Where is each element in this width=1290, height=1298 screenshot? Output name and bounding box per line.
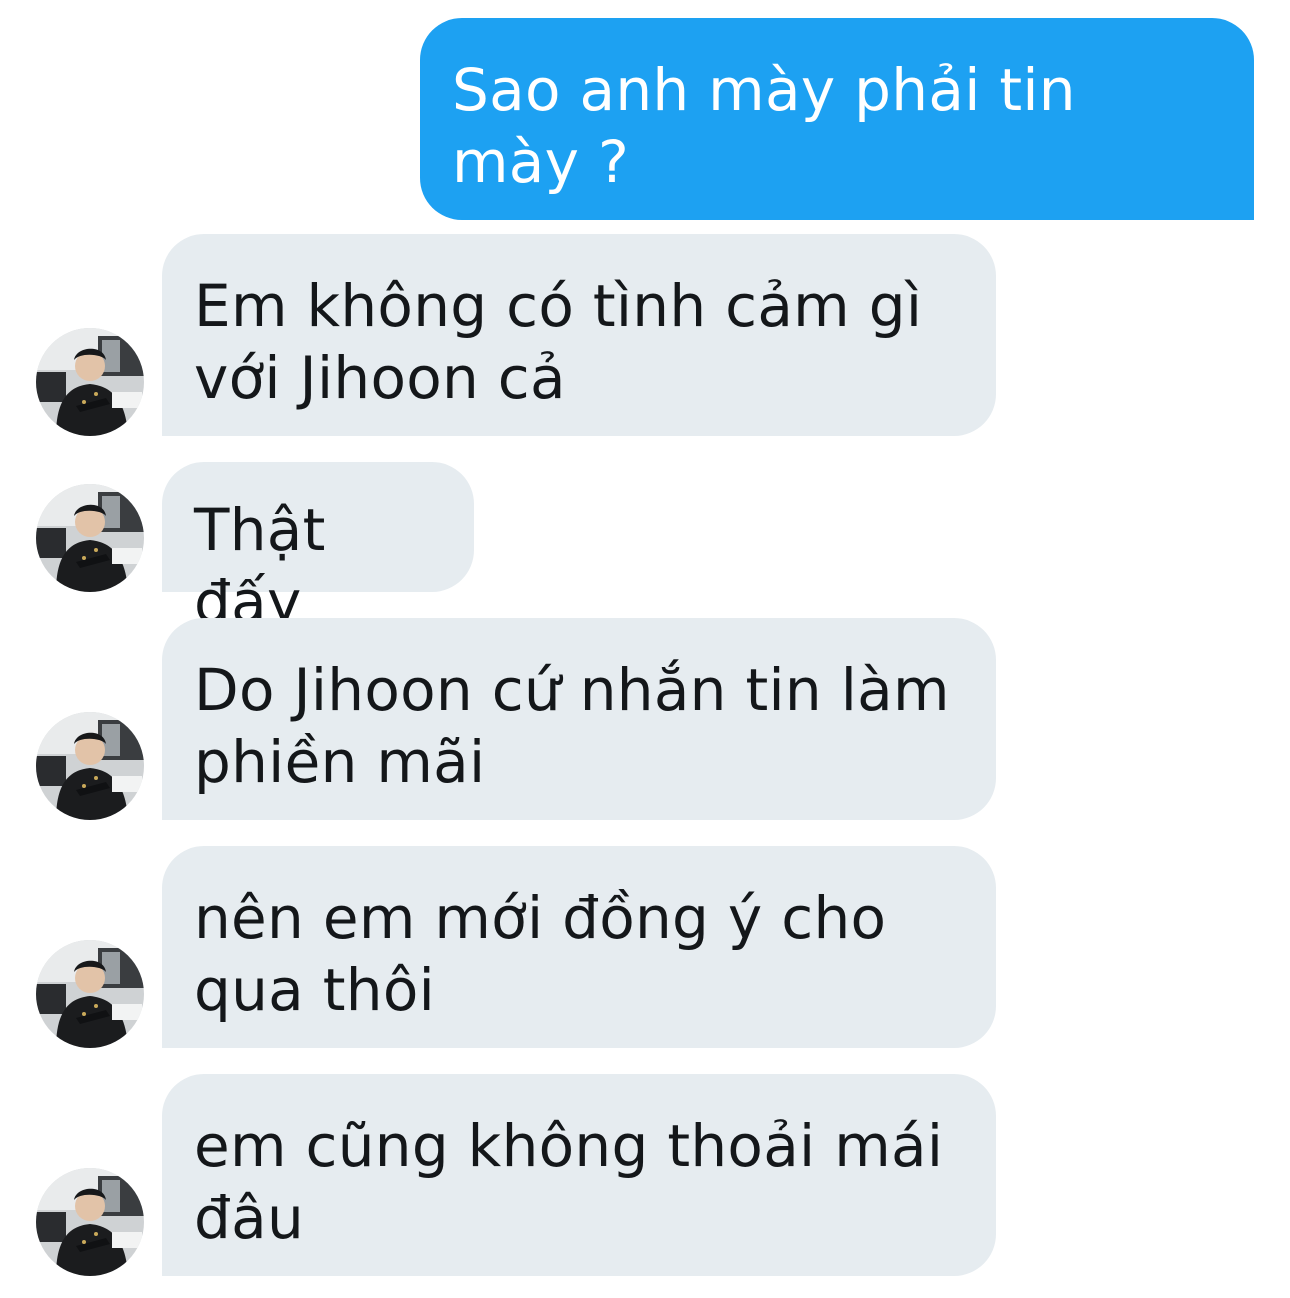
user-avatar-photo-icon bbox=[36, 328, 144, 436]
user-avatar-photo-icon bbox=[36, 1168, 144, 1276]
sender-avatar[interactable] bbox=[36, 940, 144, 1048]
received-message-bubble[interactable]: nên em mới đồng ý cho qua thôi bbox=[162, 846, 996, 1048]
user-avatar-photo-icon bbox=[36, 940, 144, 1048]
received-message-bubble[interactable]: em cũng không thoải mái đâu bbox=[162, 1074, 996, 1276]
sender-avatar[interactable] bbox=[36, 1168, 144, 1276]
received-message-bubble[interactable]: Em không có tình cảm gì với Jihoon cả bbox=[162, 234, 996, 436]
sender-avatar[interactable] bbox=[36, 712, 144, 820]
received-message-bubble[interactable]: Do Jihoon cứ nhắn tin làm phiền mãi bbox=[162, 618, 996, 820]
user-avatar-photo-icon bbox=[36, 712, 144, 820]
user-avatar-photo-icon bbox=[36, 484, 144, 592]
sender-avatar[interactable] bbox=[36, 484, 144, 592]
sender-avatar[interactable] bbox=[36, 328, 144, 436]
received-message-bubble[interactable]: Thật đấy bbox=[162, 462, 474, 636]
sent-message-bubble[interactable]: Sao anh mày phải tin mày ? bbox=[420, 18, 1254, 220]
